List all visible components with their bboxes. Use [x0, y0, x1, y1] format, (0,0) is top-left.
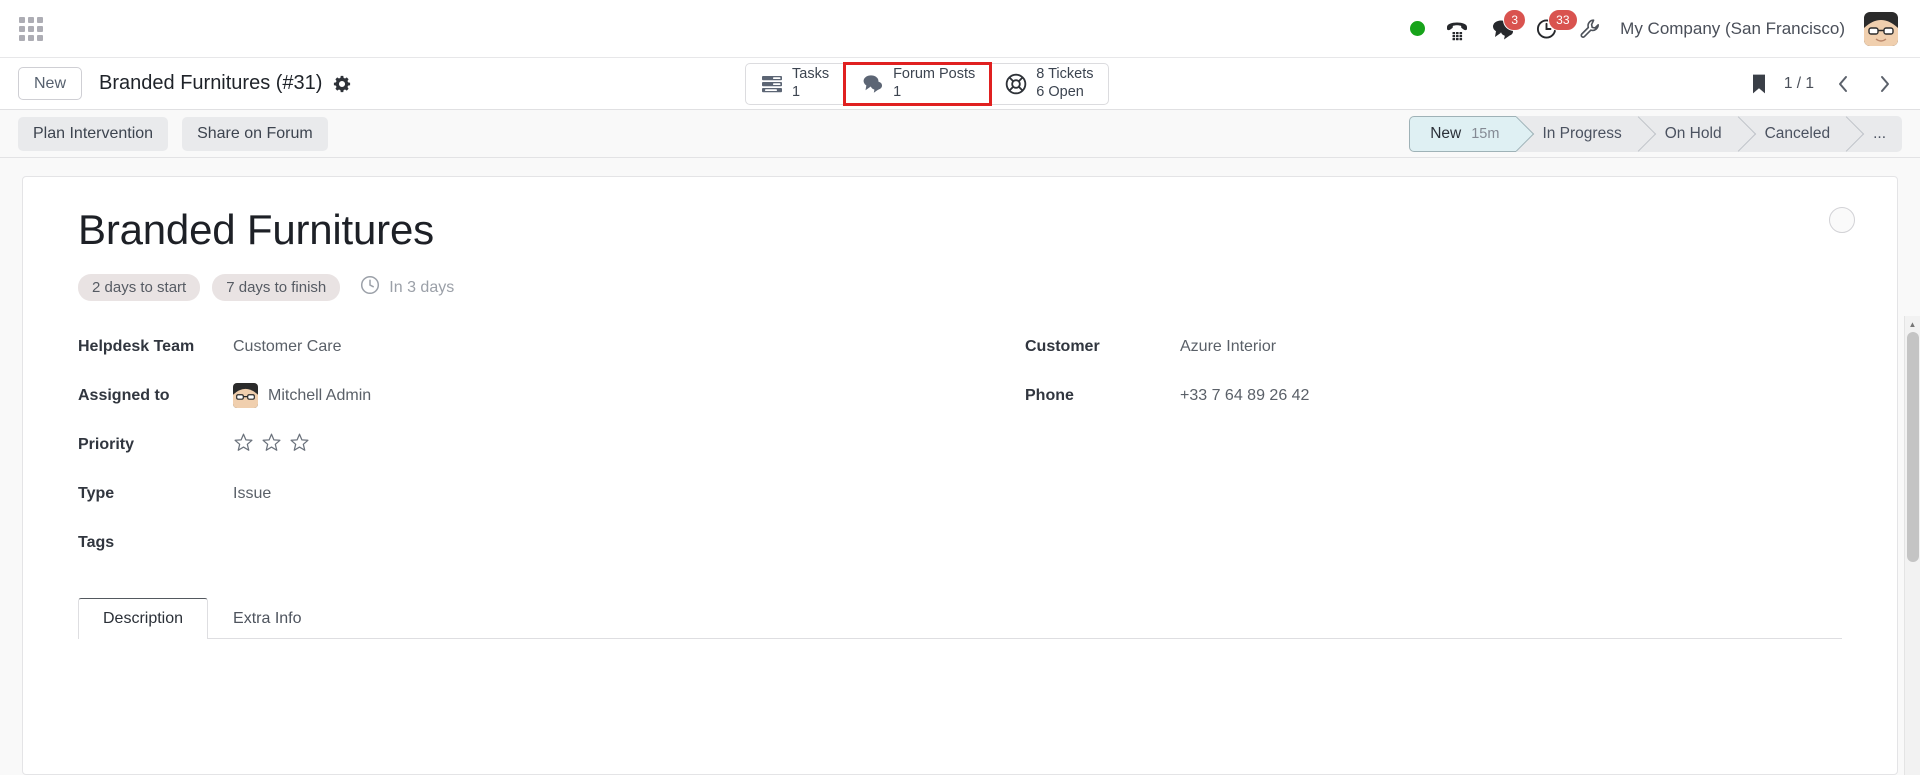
breadcrumb-right-cluster: 1 / 1: [1739, 71, 1898, 97]
form-sheet: Branded Furnitures 2 days to start 7 day…: [22, 176, 1898, 775]
new-button[interactable]: New: [18, 66, 83, 101]
field-helpdesk-team: Helpdesk Team Customer Care: [78, 331, 960, 362]
breadcrumb-title: Branded Furnitures (#31): [99, 72, 323, 94]
lifebuoy-ticket-icon: [1005, 73, 1027, 95]
stage-on-hold-label: On Hold: [1664, 124, 1722, 142]
field-grid: Helpdesk Team Customer Care Assigned to: [78, 331, 1842, 576]
field-type-label: Type: [78, 484, 115, 502]
plan-intervention-button[interactable]: Plan Intervention: [18, 116, 169, 151]
chevron-left-icon[interactable]: [1830, 71, 1856, 97]
forum-chat-icon: [860, 73, 884, 94]
smart-button-tickets-label: 8 Tickets: [1036, 66, 1094, 83]
field-phone-value[interactable]: +33 7 64 89 26 42: [1180, 387, 1309, 405]
assignee-avatar: [233, 383, 258, 409]
stage-in-progress-label: In Progress: [1542, 124, 1622, 142]
wrench-icon[interactable]: [1579, 18, 1601, 40]
smart-button-forum-count: 1: [893, 83, 902, 100]
notebook-tabs: Description Extra Info: [78, 598, 1842, 640]
status-circle-icon[interactable]: [1829, 207, 1855, 233]
field-type-value[interactable]: Issue: [233, 485, 271, 503]
field-customer: Customer Azure Interior: [1025, 331, 1842, 362]
company-name[interactable]: My Company (San Francisco): [1620, 19, 1845, 39]
smart-button-tickets-open: 6 Open: [1036, 83, 1084, 100]
star-icon-3[interactable]: [289, 432, 310, 458]
field-type: Type Issue: [78, 478, 960, 509]
smart-button-tickets[interactable]: 8 Tickets 6 Open: [990, 64, 1108, 104]
field-customer-value[interactable]: Azure Interior: [1180, 338, 1276, 356]
page-title: Branded Furnitures: [78, 206, 434, 253]
field-helpdesk-team-value[interactable]: Customer Care: [233, 338, 341, 356]
field-priority-label: Priority: [78, 435, 135, 453]
stage-in-progress[interactable]: In Progress: [1516, 115, 1639, 152]
tab-description[interactable]: Description: [78, 598, 209, 640]
star-icon-1[interactable]: [233, 432, 254, 458]
presence-dot-icon[interactable]: [1410, 21, 1426, 36]
priority-stars[interactable]: [233, 432, 310, 458]
smart-button-tasks[interactable]: Tasks 1: [746, 63, 846, 104]
field-column-right: Customer Azure Interior Phone +33 7 64 8…: [960, 331, 1842, 576]
field-tags-label: Tags: [78, 533, 115, 551]
clock-icon: [360, 275, 380, 300]
smart-button-forum-label: Forum Posts: [893, 66, 976, 83]
field-assigned-to-value: Mitchell Admin: [268, 386, 372, 404]
badge-days-to-finish: 7 days to finish: [212, 274, 341, 302]
share-on-forum-button[interactable]: Share on Forum: [182, 116, 328, 151]
topbar-right-cluster: 3 33 My Company (San Francisco): [1410, 8, 1898, 46]
scroll-thumb[interactable]: [1907, 332, 1919, 562]
stage-new-label: New: [1430, 124, 1462, 142]
top-system-bar: 3 33 My Company (San Francisco): [0, 0, 1920, 58]
messages-icon[interactable]: 3: [1489, 8, 1527, 41]
stage-more-label: ...: [1873, 124, 1886, 142]
clock-activity-icon[interactable]: 33: [1534, 8, 1578, 41]
stage-new[interactable]: New 15m: [1409, 115, 1517, 152]
field-customer-label: Customer: [1025, 337, 1100, 355]
field-phone-label: Phone: [1025, 386, 1074, 404]
phone-icon[interactable]: [1444, 17, 1470, 41]
stage-new-time: 15m: [1471, 125, 1500, 142]
pager-text: 1 / 1: [1783, 74, 1814, 92]
vertical-scrollbar[interactable]: ▲: [1904, 316, 1920, 775]
smart-button-group: Tasks 1 Forum Posts 1 8 Tickets 6 Open: [745, 61, 1110, 106]
deadline-info: In 3 days: [360, 275, 454, 300]
star-icon-2[interactable]: [261, 432, 282, 458]
field-assigned-to: Assigned to Mitchell Admin: [78, 380, 960, 411]
tab-extra-info[interactable]: Extra Info: [208, 598, 326, 639]
field-priority: Priority: [78, 429, 960, 460]
bookmark-icon[interactable]: [1750, 73, 1768, 95]
field-assigned-to-value-wrap[interactable]: Mitchell Admin: [233, 383, 372, 409]
deadline-text: In 3 days: [389, 278, 455, 296]
activities-count-badge: 33: [1548, 8, 1578, 31]
notebook: Description Extra Info: [78, 598, 1842, 640]
messages-count-badge: 3: [1503, 8, 1527, 31]
field-tags: Tags: [78, 527, 960, 558]
record-badges: 2 days to start 7 days to finish In 3 da…: [78, 274, 1842, 302]
tasks-list-icon: [761, 74, 783, 94]
gear-icon[interactable]: [333, 75, 351, 93]
status-bar: New 15m In Progress On Hold Canceled ...: [1409, 115, 1902, 152]
breadcrumb-bar: New Branded Furnitures (#31) Tasks 1 For…: [0, 58, 1920, 110]
scroll-up-arrow-icon[interactable]: ▲: [1905, 316, 1920, 332]
field-column-left: Helpdesk Team Customer Care Assigned to: [78, 331, 960, 576]
smart-button-forum-posts[interactable]: Forum Posts 1: [843, 61, 993, 106]
field-phone: Phone +33 7 64 89 26 42: [1025, 380, 1842, 411]
smart-button-tasks-label: Tasks: [792, 66, 830, 83]
form-sheet-wrapper: Branded Furnitures 2 days to start 7 day…: [0, 158, 1920, 775]
apps-grid-icon[interactable]: [14, 12, 48, 46]
chevron-right-icon[interactable]: [1872, 71, 1898, 97]
badge-days-to-start: 2 days to start: [78, 274, 201, 302]
action-status-row: Plan Intervention Share on Forum New 15m…: [0, 110, 1920, 158]
field-helpdesk-team-label: Helpdesk Team: [78, 337, 195, 355]
stage-canceled-label: Canceled: [1764, 124, 1831, 142]
smart-button-tasks-count: 1: [792, 83, 801, 100]
field-assigned-to-label: Assigned to: [78, 386, 170, 404]
avatar[interactable]: [1864, 11, 1898, 46]
